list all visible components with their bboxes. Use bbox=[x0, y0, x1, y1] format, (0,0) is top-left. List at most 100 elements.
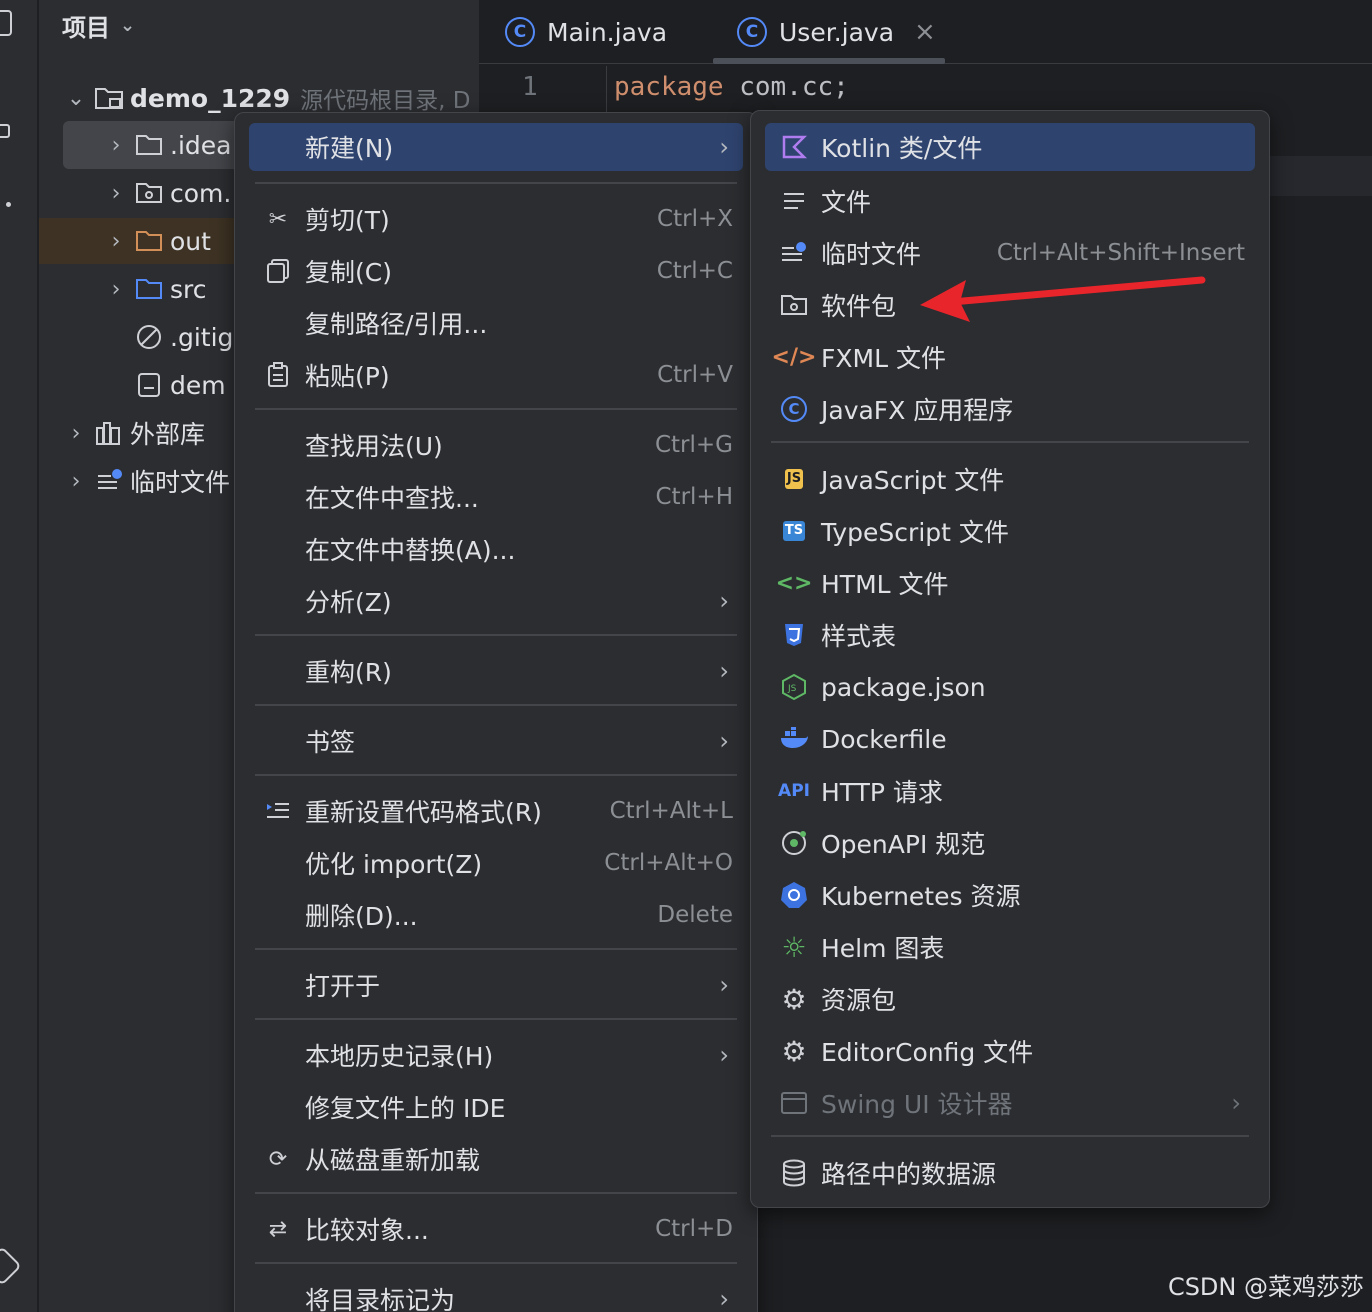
code-line-1[interactable]: package com.cc; bbox=[614, 72, 849, 102]
submenu-item-typescript[interactable]: TS TypeScript 文件 bbox=[765, 507, 1255, 555]
tree-row-out[interactable]: › out bbox=[104, 219, 234, 263]
tree-row-external-libs[interactable]: › 外部库 bbox=[64, 411, 234, 455]
chevron-right-icon: › bbox=[719, 1041, 729, 1069]
menu-item-find-in-files[interactable]: 在文件中查找... Ctrl+H bbox=[249, 473, 743, 521]
menu-item-paste[interactable]: 粘贴(P) Ctrl+V bbox=[249, 351, 743, 399]
compare-icon: ⇄ bbox=[268, 1216, 288, 1242]
services-icon[interactable] bbox=[0, 1246, 22, 1286]
tree-label: out bbox=[170, 226, 211, 256]
tree-row-iml[interactable]: dem bbox=[128, 363, 234, 407]
menu-item-delete[interactable]: 删除(D)... Delete bbox=[249, 891, 743, 939]
project-title: 项目 bbox=[62, 13, 110, 42]
menu-item-mark-directory-as[interactable]: 将目录标记为 › bbox=[249, 1275, 743, 1312]
submenu-item-kubernetes[interactable]: Kubernetes 资源 bbox=[765, 871, 1255, 919]
submenu-item-editorconfig[interactable]: ⚙ EditorConfig 文件 bbox=[765, 1027, 1255, 1075]
html-icon: <> bbox=[775, 570, 813, 596]
scissors-icon: ✂ bbox=[268, 206, 288, 232]
text-file-icon bbox=[779, 186, 809, 216]
tree-row-com[interactable]: › com. bbox=[104, 171, 234, 215]
java-class-icon: C bbox=[779, 394, 809, 424]
css-icon bbox=[779, 620, 809, 650]
menu-item-copy-path[interactable]: 复制路径/引用... bbox=[249, 299, 743, 347]
submenu-item-package-json[interactable]: JS package.json bbox=[765, 663, 1255, 711]
copy-icon bbox=[263, 256, 293, 286]
more-tools-icon[interactable] bbox=[6, 202, 11, 207]
menu-separator bbox=[255, 774, 737, 776]
menu-separator bbox=[255, 182, 737, 184]
submenu-item-resource-bundle[interactable]: ⚙ 资源包 bbox=[765, 975, 1255, 1023]
menu-item-cut[interactable]: ✂ 剪切(T) Ctrl+X bbox=[249, 195, 743, 243]
tree-row-src[interactable]: › src bbox=[104, 267, 234, 311]
ignored-file-icon bbox=[134, 324, 164, 350]
menu-item-open-in[interactable]: 打开于 › bbox=[249, 961, 743, 1009]
menu-item-optimize-imports[interactable]: 优化 import(Z) Ctrl+Alt+O bbox=[249, 839, 743, 887]
active-tab-underline bbox=[713, 58, 945, 64]
submenu-item-helm[interactable]: ☼ Helm 图表 bbox=[765, 923, 1255, 971]
submenu-item-fxml[interactable]: </> FXML 文件 bbox=[765, 333, 1255, 381]
tree-label: com. bbox=[170, 178, 232, 208]
menu-item-local-history[interactable]: 本地历史记录(H) › bbox=[249, 1031, 743, 1079]
chevron-right-icon: › bbox=[71, 468, 81, 494]
submenu-item-javafx[interactable]: C JavaFX 应用程序 bbox=[765, 385, 1255, 433]
docker-icon bbox=[779, 724, 809, 754]
submenu-item-kotlin[interactable]: Kotlin 类/文件 bbox=[765, 123, 1255, 171]
tree-label: dem bbox=[170, 370, 226, 400]
scratch-file-icon bbox=[94, 468, 124, 494]
source-folder-icon bbox=[134, 276, 164, 302]
tree-row-idea[interactable]: › .idea bbox=[104, 123, 234, 167]
java-class-icon: C bbox=[505, 17, 535, 47]
chevron-right-icon: › bbox=[719, 657, 729, 685]
submenu-item-stylesheet[interactable]: 样式表 bbox=[765, 611, 1255, 659]
java-class-icon: C bbox=[737, 17, 767, 47]
chevron-right-icon: › bbox=[71, 420, 81, 446]
tree-row-gitignore[interactable]: .gitig bbox=[128, 315, 234, 359]
kubernetes-icon bbox=[779, 880, 809, 910]
submenu-item-javascript[interactable]: JS JavaScript 文件 bbox=[765, 455, 1255, 503]
menu-separator bbox=[255, 1262, 737, 1264]
menu-item-bookmarks[interactable]: 书签 › bbox=[249, 717, 743, 765]
code-keyword: package bbox=[614, 72, 724, 102]
tree-label: 临时文件 bbox=[130, 468, 231, 497]
project-tool-icon[interactable] bbox=[0, 10, 12, 36]
menu-separator bbox=[771, 1135, 1249, 1137]
openapi-icon bbox=[779, 828, 809, 858]
chevron-right-icon: › bbox=[1231, 1089, 1241, 1117]
menu-item-refactor[interactable]: 重构(R) › bbox=[249, 647, 743, 695]
menu-item-reformat[interactable]: 重新设置代码格式(R) Ctrl+Alt+L bbox=[249, 787, 743, 835]
submenu-item-openapi[interactable]: OpenAPI 规范 bbox=[765, 819, 1255, 867]
package-folder-icon bbox=[779, 290, 809, 320]
gear-icon: ⚙ bbox=[781, 1034, 807, 1068]
menu-item-reload-from-disk[interactable]: ⟳ 从磁盘重新加载 bbox=[249, 1135, 743, 1183]
reformat-icon bbox=[263, 796, 293, 826]
submenu-item-dockerfile[interactable]: Dockerfile bbox=[765, 715, 1255, 763]
menu-separator bbox=[255, 948, 737, 950]
menu-item-new[interactable]: 新建(N) › bbox=[249, 123, 743, 171]
submenu-item-html[interactable]: <> HTML 文件 bbox=[765, 559, 1255, 607]
menu-item-find-usages[interactable]: 查找用法(U) Ctrl+G bbox=[249, 421, 743, 469]
menu-item-copy[interactable]: 复制(C) Ctrl+C bbox=[249, 247, 743, 295]
code-rest: com.cc; bbox=[723, 72, 849, 102]
chevron-right-icon: › bbox=[719, 727, 729, 755]
tab-main-java[interactable]: C Main.java bbox=[505, 0, 667, 64]
submenu-item-file[interactable]: 文件 bbox=[765, 177, 1255, 225]
tree-hint: 源代码根目录, D bbox=[300, 88, 471, 114]
helm-icon: ☼ bbox=[781, 930, 807, 964]
menu-item-compare-with[interactable]: ⇄ 比较对象... Ctrl+D bbox=[249, 1205, 743, 1253]
module-file-icon bbox=[134, 372, 164, 398]
excluded-folder-icon bbox=[134, 228, 164, 254]
tree-label: src bbox=[170, 274, 207, 304]
close-icon[interactable]: × bbox=[914, 17, 936, 47]
menu-item-repair-ide[interactable]: 修复文件上的 IDE bbox=[249, 1083, 743, 1131]
commit-tool-icon[interactable] bbox=[0, 124, 10, 138]
submenu-item-data-source[interactable]: 路径中的数据源 bbox=[765, 1149, 1255, 1197]
project-panel-header[interactable]: 项目 ⌄ bbox=[62, 8, 135, 42]
watermark: CSDN @菜鸡莎莎 bbox=[1167, 1273, 1364, 1301]
menu-item-analyze[interactable]: 分析(Z) › bbox=[249, 577, 743, 625]
chevron-right-icon: › bbox=[111, 132, 121, 158]
menu-item-replace-in-files[interactable]: 在文件中替换(A)... bbox=[249, 525, 743, 573]
context-menu: 新建(N) › ✂ 剪切(T) Ctrl+X 复制(C) Ctrl+C 复制路径… bbox=[234, 112, 758, 1312]
tab-user-java[interactable]: C User.java × bbox=[737, 0, 936, 64]
tree-row-scratches[interactable]: › 临时文件 bbox=[64, 459, 234, 503]
submenu-item-http-request[interactable]: API HTTP 请求 bbox=[765, 767, 1255, 815]
gear-icon: ⚙ bbox=[781, 982, 807, 1016]
